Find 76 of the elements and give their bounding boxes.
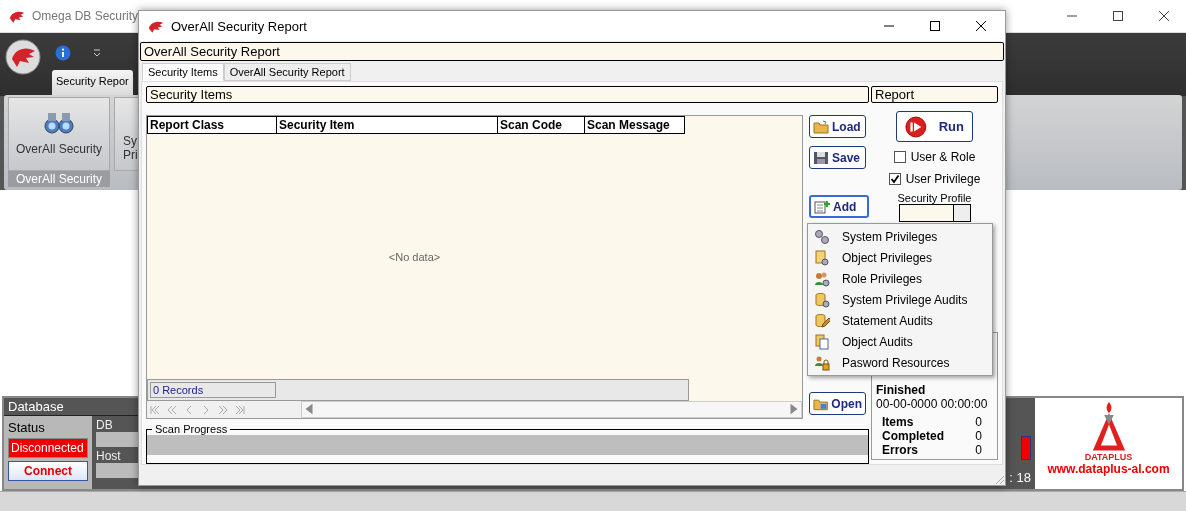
stop-button[interactable] bbox=[1021, 436, 1031, 460]
navigation-arrow-icon[interactable] bbox=[166, 403, 178, 416]
window-title: OverAll Security Report bbox=[171, 18, 307, 34]
document-gear-icon bbox=[814, 249, 830, 266]
profile-dropdown[interactable] bbox=[898, 204, 971, 222]
counter-label: Errors bbox=[882, 443, 919, 457]
counter-value: 0 bbox=[975, 415, 982, 429]
menu-item[interactable]: Object Privileges bbox=[808, 247, 992, 268]
navigation-arrow-icon[interactable] bbox=[149, 403, 161, 416]
column-header[interactable]: Scan Message bbox=[585, 116, 685, 134]
column-header[interactable]: Scan Code bbox=[498, 116, 585, 134]
app-orb-icon[interactable] bbox=[5, 39, 41, 75]
profile-label: Security Profile bbox=[897, 192, 972, 204]
record-count: 0 Records bbox=[150, 382, 276, 398]
column-header[interactable]: Report Class bbox=[147, 116, 277, 134]
counter-value: 0 bbox=[975, 429, 982, 443]
logo-brand: DATAPLUS bbox=[1084, 452, 1133, 462]
action-button[interactable]: Load bbox=[809, 115, 866, 138]
checkbox-icon[interactable] bbox=[888, 173, 901, 185]
action-button[interactable]: Add bbox=[809, 195, 869, 218]
dropdown-icon[interactable] bbox=[93, 49, 101, 57]
status-label: Status bbox=[8, 420, 46, 435]
close-icon[interactable] bbox=[975, 20, 987, 32]
finished-label: Finished bbox=[876, 383, 927, 397]
tab[interactable]: Security Items bbox=[142, 63, 224, 81]
database-pencil-icon bbox=[814, 312, 830, 329]
horizontal-scrollbar[interactable] bbox=[301, 401, 802, 418]
run-button[interactable]: Run bbox=[896, 111, 973, 142]
play-icon bbox=[905, 115, 927, 138]
menu-item[interactable]: System Privilege Audits bbox=[808, 289, 992, 310]
action-button[interactable]: Open bbox=[809, 392, 866, 415]
counter-label: Items bbox=[882, 415, 914, 429]
counter-label: Completed bbox=[882, 429, 944, 443]
section-header: Report bbox=[871, 86, 998, 103]
action-button[interactable]: Save bbox=[809, 146, 866, 169]
clipboard-icon bbox=[814, 333, 830, 350]
checkbox[interactable]: User & Role bbox=[893, 150, 976, 164]
navigation-arrow-icon[interactable] bbox=[217, 403, 229, 416]
empty-message: <No data> bbox=[388, 250, 441, 263]
counter-value: 0 bbox=[975, 443, 982, 457]
close-icon[interactable] bbox=[1158, 10, 1170, 22]
section-header: Security Items bbox=[146, 86, 869, 103]
window-title: Omega DB Security bbox=[32, 9, 139, 23]
menu-item[interactable]: Pasword Resources bbox=[808, 352, 992, 373]
users-icon bbox=[814, 270, 830, 287]
folder-icon bbox=[813, 119, 829, 134]
checkbox[interactable]: User Privilege bbox=[888, 172, 981, 186]
checkbox-icon[interactable] bbox=[893, 151, 906, 163]
maximize-icon[interactable] bbox=[929, 20, 941, 32]
logo-icon bbox=[1090, 402, 1127, 452]
field-label: Host bbox=[96, 449, 121, 463]
status-badge: Disconnected bbox=[8, 438, 88, 458]
menu-item[interactable]: Role Privileges bbox=[808, 268, 992, 289]
menu-item[interactable]: Object Audits bbox=[808, 331, 992, 352]
column-header[interactable]: Security Item bbox=[277, 116, 498, 134]
group-label: OverAll Security bbox=[8, 171, 110, 187]
menu-item[interactable]: System Privileges bbox=[808, 226, 992, 247]
tab[interactable]: OverAll Security Report bbox=[223, 63, 351, 81]
database-gear-icon bbox=[814, 291, 830, 308]
website-link[interactable]: www.dataplus-al.com bbox=[1047, 462, 1170, 476]
report-header: OverAll Security Report bbox=[140, 42, 1004, 61]
info-icon[interactable] bbox=[55, 45, 71, 61]
ribbon-button[interactable]: OverAll Security bbox=[8, 97, 110, 171]
finished-time: 00-00-0000 00:00:00 bbox=[876, 397, 989, 411]
add-document-icon bbox=[814, 199, 830, 214]
user-lock-icon bbox=[814, 354, 830, 371]
maximize-icon[interactable] bbox=[1112, 10, 1124, 22]
binoculars-icon bbox=[43, 112, 75, 134]
group-title: Scan Progress bbox=[154, 423, 229, 435]
field-label: DB bbox=[96, 418, 113, 432]
counter-text: : 18 bbox=[1009, 470, 1031, 485]
ribbon-tab[interactable]: Security Repor bbox=[52, 70, 133, 95]
navigation-arrow-icon[interactable] bbox=[234, 403, 246, 416]
connect-button[interactable]: Connect bbox=[8, 461, 88, 481]
menu-item[interactable]: Statement Audits bbox=[808, 310, 992, 331]
resize-grip-icon[interactable] bbox=[993, 473, 1005, 485]
